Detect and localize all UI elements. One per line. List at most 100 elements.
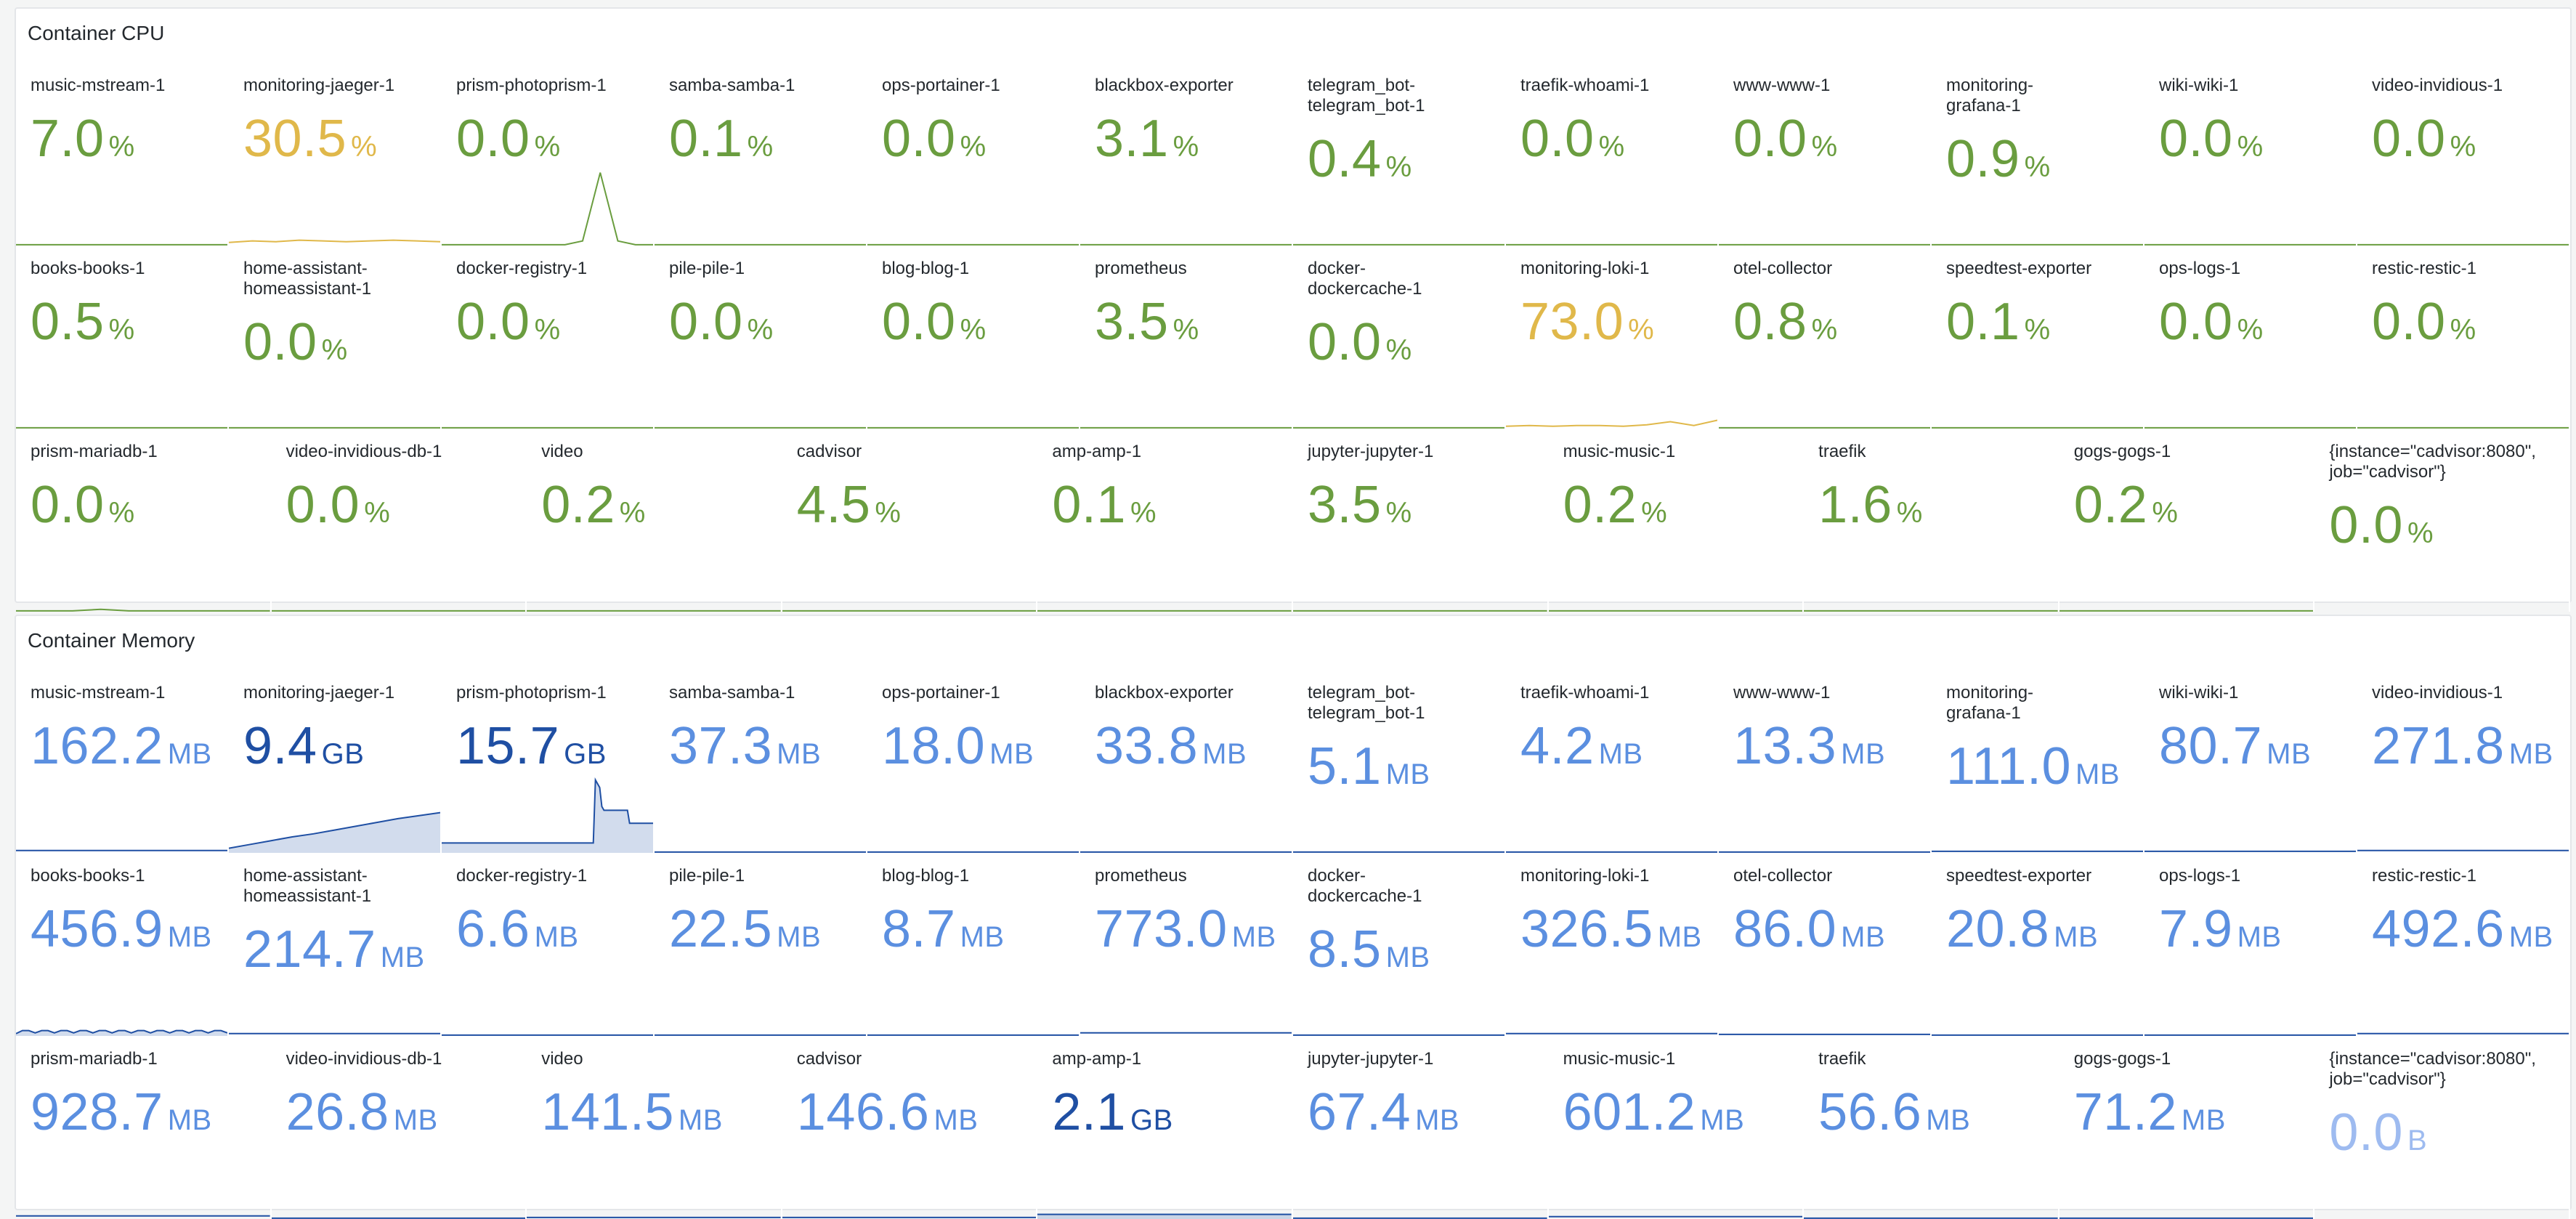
stat-tile[interactable]: traefik-whoami-1 0.0% <box>1506 62 1719 246</box>
stat-tile[interactable]: monitoring-loki-1 326.5 MB <box>1506 853 1719 1036</box>
stat-tile[interactable]: monitoring-loki-1 73.0% <box>1506 246 1719 429</box>
stat-tile[interactable]: books-books-1 0.5% <box>16 246 229 429</box>
stat-tile[interactable]: books-books-1 456.9 MB <box>16 853 229 1036</box>
sparkline <box>1549 1139 1803 1219</box>
stat-tile[interactable]: music-mstream-1 7.0% <box>16 62 229 246</box>
stat-tile[interactable]: prometheus 773.0 MB <box>1080 853 1293 1036</box>
stat-tile[interactable]: blackbox-exporter 33.8 MB <box>1080 670 1293 853</box>
tile-value: 9.4 GB <box>243 716 364 776</box>
stat-tile[interactable]: video-invidious-db-1 26.8 MB <box>272 1036 527 1219</box>
sparkline-line <box>16 610 270 611</box>
stat-tile[interactable]: prometheus 3.5% <box>1080 246 1293 429</box>
sparkline <box>782 1139 1037 1219</box>
container-memory-panel: Container Memory music-mstream-1 162.2 MB m… <box>15 615 2572 1219</box>
stat-tile[interactable]: samba-samba-1 37.3 MB <box>655 670 867 853</box>
value-unit: % <box>960 131 987 163</box>
stat-tile[interactable]: jupyter-jupyter-1 67.4 MB <box>1293 1036 1549 1219</box>
stat-tile[interactable]: monitoring- grafana-1 0.9% <box>1932 62 2144 246</box>
stat-tile[interactable]: samba-samba-1 0.1% <box>655 62 867 246</box>
stat-tile[interactable]: ops-logs-1 0.0% <box>2144 246 2357 429</box>
stat-tile[interactable]: ops-logs-1 7.9 MB <box>2144 853 2357 1036</box>
stat-tile[interactable]: gogs-gogs-1 71.2 MB <box>2059 1036 2315 1219</box>
stat-tile[interactable]: wiki-wiki-1 0.0% <box>2144 62 2357 246</box>
stat-tile[interactable]: traefik 56.6 MB <box>1804 1036 2059 1219</box>
value-unit: % <box>875 497 902 529</box>
stat-tile[interactable]: home-assistant- homeassistant-1 214.7 MB <box>229 853 442 1036</box>
sparkline <box>2059 532 2314 612</box>
stat-tile[interactable]: amp-amp-1 0.1% <box>1037 429 1293 612</box>
tile-name: music-mstream-1 <box>31 76 166 95</box>
stat-tile[interactable]: docker- dockercache-1 8.5 MB <box>1293 853 1506 1036</box>
stat-tile[interactable]: video 0.2% <box>527 429 782 612</box>
stat-tile[interactable]: pile-pile-1 0.0% <box>655 246 867 429</box>
value-unit: MB <box>167 738 212 770</box>
stat-tile[interactable]: telegram_bot- telegram_bot-1 0.4% <box>1293 62 1506 246</box>
stat-tile[interactable]: music-music-1 601.2 MB <box>1549 1036 1805 1219</box>
stat-tile[interactable]: music-music-1 0.2% <box>1549 429 1805 612</box>
stat-tile[interactable]: traefik-whoami-1 4.2 MB <box>1506 670 1719 853</box>
stat-tile[interactable]: docker-registry-1 0.0% <box>442 246 655 429</box>
stat-tile[interactable]: monitoring- grafana-1 111.0 MB <box>1932 670 2144 853</box>
panel-title[interactable]: Container Memory <box>28 629 195 652</box>
tile-name: traefik <box>1818 442 1866 461</box>
tile-row: books-books-1 456.9 MB home-assistant- home… <box>16 853 2570 1036</box>
tile-name: books-books-1 <box>31 866 145 886</box>
stat-tile[interactable]: {instance="cadvisor:8080", job="cadvisor… <box>2314 1036 2570 1219</box>
stat-tile[interactable]: video-invidious-db-1 0.0% <box>272 429 527 612</box>
stat-tile[interactable]: speedtest-exporter 20.8 MB <box>1932 853 2144 1036</box>
stat-tile[interactable]: blog-blog-1 0.0% <box>867 246 1080 429</box>
tile-value: 773.0 MB <box>1095 899 1276 959</box>
stat-tile[interactable]: otel-collector 86.0 MB <box>1719 853 1932 1036</box>
tile-value: 0.1% <box>1946 292 2051 352</box>
stat-tile[interactable]: telegram_bot- telegram_bot-1 5.1 MB <box>1293 670 1506 853</box>
sparkline <box>1293 532 1547 612</box>
stat-tile[interactable]: video-invidious-1 0.0% <box>2357 62 2570 246</box>
stat-tile[interactable]: speedtest-exporter 0.1% <box>1932 246 2144 429</box>
stat-tile[interactable]: gogs-gogs-1 0.2% <box>2059 429 2315 612</box>
stat-tile[interactable]: amp-amp-1 2.1 GB <box>1037 1036 1293 1219</box>
tile-value: 73.0% <box>1520 292 1654 352</box>
stat-tile[interactable]: docker-registry-1 6.6 MB <box>442 853 655 1036</box>
stat-tile[interactable]: www-www-1 0.0% <box>1719 62 1932 246</box>
tile-name: restic-restic-1 <box>2372 866 2477 886</box>
stat-tile[interactable]: docker- dockercache-1 0.0% <box>1293 246 1506 429</box>
stat-tile[interactable]: restic-restic-1 492.6 MB <box>2357 853 2570 1036</box>
stat-tile[interactable]: video 141.5 MB <box>527 1036 782 1219</box>
value-number: 15.7 <box>456 717 560 775</box>
value-unit: % <box>1641 497 1668 529</box>
panel-title[interactable]: Container CPU <box>28 22 164 45</box>
tile-name: jupyter-jupyter-1 <box>1307 1049 1434 1069</box>
stat-tile[interactable]: blackbox-exporter 3.1% <box>1080 62 1293 246</box>
stat-tile[interactable]: prism-mariadb-1 0.0% <box>16 429 272 612</box>
sparkline <box>2357 956 2569 1036</box>
stat-tile[interactable]: jupyter-jupyter-1 3.5% <box>1293 429 1549 612</box>
stat-tile[interactable]: video-invidious-1 271.8 MB <box>2357 670 2570 853</box>
tile-name: monitoring- grafana-1 <box>1946 683 2034 723</box>
sparkline <box>16 349 227 429</box>
value-unit: MB <box>989 738 1034 770</box>
stat-tile[interactable]: cadvisor 146.6 MB <box>782 1036 1038 1219</box>
stat-tile[interactable]: {instance="cadvisor:8080", job="cadvisor… <box>2314 429 2570 612</box>
stat-tile[interactable]: prism-photoprism-1 15.7 GB <box>442 670 655 853</box>
stat-tile[interactable]: ops-portainer-1 0.0% <box>867 62 1080 246</box>
stat-tile[interactable]: home-assistant- homeassistant-1 0.0% <box>229 246 442 429</box>
stat-tile[interactable]: wiki-wiki-1 80.7 MB <box>2144 670 2357 853</box>
stat-tile[interactable]: blog-blog-1 8.7 MB <box>867 853 1080 1036</box>
stat-tile[interactable]: pile-pile-1 22.5 MB <box>655 853 867 1036</box>
stat-tile[interactable]: prism-photoprism-1 0.0% <box>442 62 655 246</box>
stat-tile[interactable]: cadvisor 4.5% <box>782 429 1038 612</box>
sparkline <box>1549 532 1803 612</box>
sparkline <box>655 956 866 1036</box>
stat-tile[interactable]: prism-mariadb-1 928.7 MB <box>16 1036 272 1219</box>
stat-tile[interactable]: www-www-1 13.3 MB <box>1719 670 1932 853</box>
stat-tile[interactable]: monitoring-jaeger-1 9.4 GB <box>229 670 442 853</box>
tile-value: 1.6% <box>1818 475 1923 535</box>
stat-tile[interactable]: music-mstream-1 162.2 MB <box>16 670 229 853</box>
stat-tile[interactable]: otel-collector 0.8% <box>1719 246 1932 429</box>
stat-tile[interactable]: restic-restic-1 0.0% <box>2357 246 2570 429</box>
tile-name: traefik-whoami-1 <box>1520 76 1650 95</box>
value-unit: % <box>1172 131 1199 163</box>
stat-tile[interactable]: monitoring-jaeger-1 30.5% <box>229 62 442 246</box>
stat-tile[interactable]: traefik 1.6% <box>1804 429 2059 612</box>
stat-tile[interactable]: ops-portainer-1 18.0 MB <box>867 670 1080 853</box>
